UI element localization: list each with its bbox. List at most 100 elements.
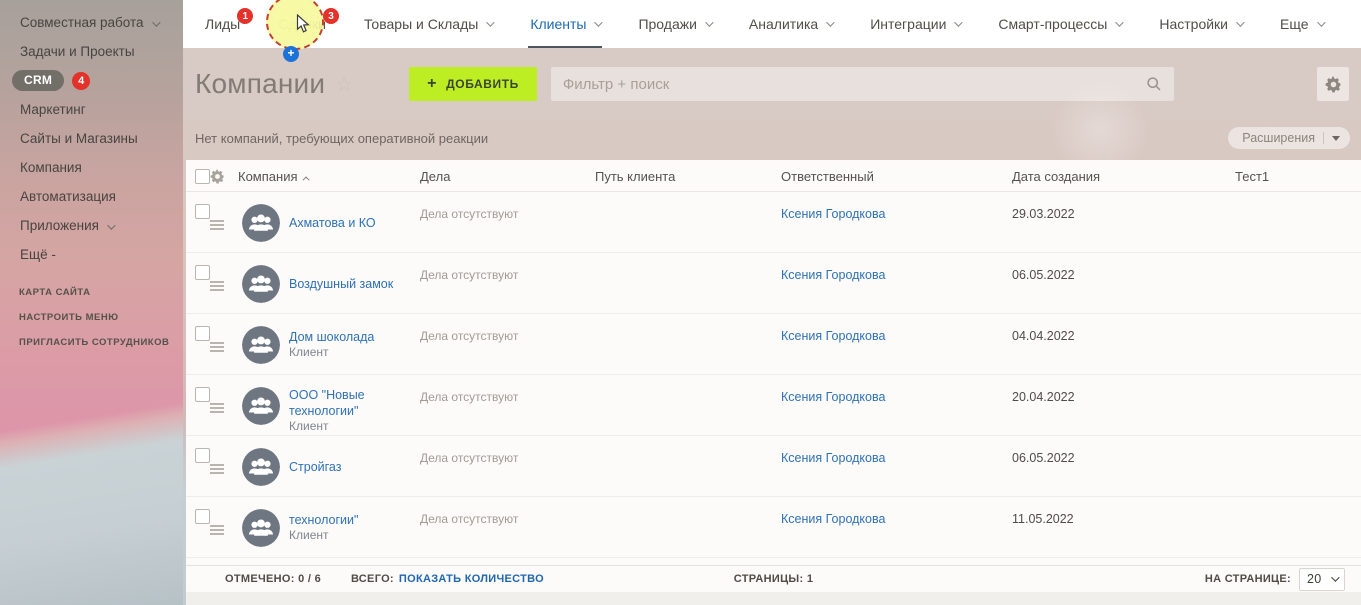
tab-settings[interactable]: Настройки — [1159, 0, 1242, 48]
crm-top-navigation: Лиды 1 Сделки 3 Товары и Склады Клиенты … — [183, 0, 1361, 48]
company-avatar[interactable] — [242, 204, 280, 242]
chevron-down-icon — [955, 18, 963, 26]
sidebar-item-collaboration[interactable]: Совместная работа — [0, 8, 183, 37]
select-all-cell — [186, 160, 210, 192]
chevron-down-icon — [107, 221, 115, 229]
column-header-test1[interactable]: Тест1 — [1235, 169, 1361, 184]
search-input[interactable] — [563, 76, 1146, 93]
counters-row: Нет компаний, требующих оперативной реак… — [195, 127, 1350, 149]
gear-icon[interactable] — [210, 169, 225, 184]
bitrix-crm-app: Совместная работа Задачи и Проекты CRM 4… — [0, 0, 1361, 605]
row-checkbox[interactable] — [195, 509, 210, 524]
show-count-link[interactable]: ПОКАЗАТЬ КОЛИЧЕСТВО — [399, 573, 544, 585]
table-footer: ОТМЕЧЕНО: 0 / 6 ВСЕГО: ПОКАЗАТЬ КОЛИЧЕСТ… — [186, 565, 1361, 592]
page-title: Компании — [195, 68, 325, 100]
companies-table: Компания Дела Путь клиента Ответственный… — [186, 160, 1361, 605]
table-header-row: Компания Дела Путь клиента Ответственный… — [186, 160, 1361, 192]
company-avatar[interactable] — [242, 448, 280, 486]
tab-more[interactable]: Еще — [1280, 0, 1323, 48]
add-company-button[interactable]: + ДОБАВИТЬ — [409, 67, 537, 101]
counters-notice: Нет компаний, требующих оперативной реак… — [195, 131, 488, 146]
row-checkbox[interactable] — [195, 204, 210, 219]
sidebar-item-sites-stores[interactable]: Сайты и Магазины — [0, 124, 183, 153]
view-settings-button[interactable] — [1317, 67, 1349, 101]
row-menu-icon[interactable] — [210, 464, 224, 466]
company-avatar[interactable] — [242, 326, 280, 364]
sidebar-item-configure-menu[interactable]: НАСТРОИТЬ МЕНЮ — [0, 305, 183, 330]
tab-deals[interactable]: Сделки 3 — [278, 0, 326, 48]
page-content: Компании ☆ + ДОБАВИТЬ — [183, 48, 1361, 605]
tab-analytics[interactable]: Аналитика — [749, 0, 832, 48]
responsible-link[interactable]: Ксения Городкова — [781, 390, 885, 404]
sidebar-item-apps[interactable]: Приложения — [0, 211, 183, 240]
tab-products-warehouses[interactable]: Товары и Склады — [364, 0, 492, 48]
row-menu-icon[interactable] — [210, 281, 224, 283]
company-avatar[interactable] — [242, 387, 280, 425]
row-menu-icon[interactable] — [210, 342, 224, 344]
row-menu-icon[interactable] — [210, 220, 224, 222]
created-date-cell: 11.05.2022 — [1012, 497, 1235, 526]
divider — [1323, 132, 1324, 144]
company-name-link[interactable]: технологии" — [289, 512, 358, 528]
select-all-checkbox[interactable] — [195, 169, 210, 184]
deals-cell: Дела отсутствуют — [420, 436, 595, 465]
created-date-cell: 06.05.2022 — [1012, 436, 1235, 465]
responsible-link[interactable]: Ксения Городкова — [781, 329, 885, 343]
tab-leads[interactable]: Лиды 1 — [205, 0, 240, 48]
tab-clients[interactable]: Клиенты — [530, 0, 600, 48]
tab-smart-processes[interactable]: Смарт-процессы — [998, 0, 1121, 48]
responsible-link[interactable]: Ксения Городкова — [781, 268, 885, 282]
company-avatar[interactable] — [242, 265, 280, 303]
row-checkbox[interactable] — [195, 265, 210, 280]
company-avatar[interactable] — [242, 509, 280, 547]
created-date-cell: 04.04.2022 — [1012, 314, 1235, 343]
table-row: ООО "Новые технологии"Клиент Дела отсутс… — [186, 375, 1361, 436]
column-header-created[interactable]: Дата создания — [1012, 169, 1235, 184]
extensions-button[interactable]: Расширения — [1228, 127, 1350, 149]
row-menu-icon[interactable] — [210, 403, 224, 405]
column-header-company[interactable]: Компания — [238, 169, 420, 184]
add-nav-item-button[interactable]: + — [283, 46, 299, 62]
column-header-responsible[interactable]: Ответственный — [781, 169, 1012, 184]
favorite-star-icon[interactable]: ☆ — [335, 72, 353, 97]
total-count: ВСЕГО: ПОКАЗАТЬ КОЛИЧЕСТВО — [351, 573, 544, 585]
gear-icon — [1325, 76, 1342, 93]
row-checkbox[interactable] — [195, 326, 210, 341]
search-icon — [1146, 76, 1162, 92]
company-name-link[interactable]: ООО "Новые технологии" — [289, 387, 407, 419]
chevron-down-icon — [152, 18, 160, 26]
sidebar-item-sitemap[interactable]: КАРТА САЙТА — [0, 280, 183, 305]
company-name-link[interactable]: Ахматова и КО — [289, 215, 376, 231]
row-checkbox[interactable] — [195, 387, 210, 402]
sidebar-item-more[interactable]: Ещё - — [0, 240, 183, 269]
filter-search-bar[interactable] — [551, 67, 1174, 101]
per-page-select[interactable]: 20 — [1299, 568, 1345, 591]
row-menu-icon[interactable] — [210, 525, 224, 527]
column-header-client-path[interactable]: Путь клиента — [595, 169, 781, 184]
company-name-link[interactable]: Воздушный замок — [289, 276, 393, 292]
responsible-link[interactable]: Ксения Городкова — [781, 207, 885, 221]
responsible-link[interactable]: Ксения Городкова — [781, 512, 885, 526]
tab-sales[interactable]: Продажи — [638, 0, 710, 48]
column-header-deals[interactable]: Дела — [420, 169, 595, 184]
tab-integrations[interactable]: Интеграции — [870, 0, 960, 48]
sidebar-item-invite-employees[interactable]: ПРИГЛАСИТЬ СОТРУДНИКОВ — [0, 330, 183, 355]
sidebar-item-automation[interactable]: Автоматизация — [0, 182, 183, 211]
responsible-link[interactable]: Ксения Городкова — [781, 451, 885, 465]
deals-cell: Дела отсутствуют — [420, 192, 595, 221]
company-name-link[interactable]: Стройгаз — [289, 459, 341, 475]
sidebar-item-marketing[interactable]: Маркетинг — [0, 95, 183, 124]
sidebar-item-company[interactable]: Компания — [0, 153, 183, 182]
page-header: Компании ☆ + ДОБАВИТЬ — [195, 48, 1349, 101]
company-name-link[interactable]: Дом шоколада — [289, 329, 374, 345]
row-checkbox[interactable] — [195, 448, 210, 463]
main-area: Лиды 1 Сделки 3 Товары и Склады Клиенты … — [183, 0, 1361, 605]
table-row: Воздушный замок Дела отсутствуют Ксения … — [186, 253, 1361, 314]
crm-counter-badge: 4 — [72, 72, 90, 90]
caret-down-icon — [1332, 136, 1340, 141]
sidebar-item-crm[interactable]: CRM 4 — [0, 66, 183, 95]
sidebar-item-tasks-projects[interactable]: Задачи и Проекты — [0, 37, 183, 66]
chevron-down-icon — [595, 18, 603, 26]
table-row: Стройгаз Дела отсутствуют Ксения Городко… — [186, 436, 1361, 497]
chevron-down-icon — [486, 18, 494, 26]
